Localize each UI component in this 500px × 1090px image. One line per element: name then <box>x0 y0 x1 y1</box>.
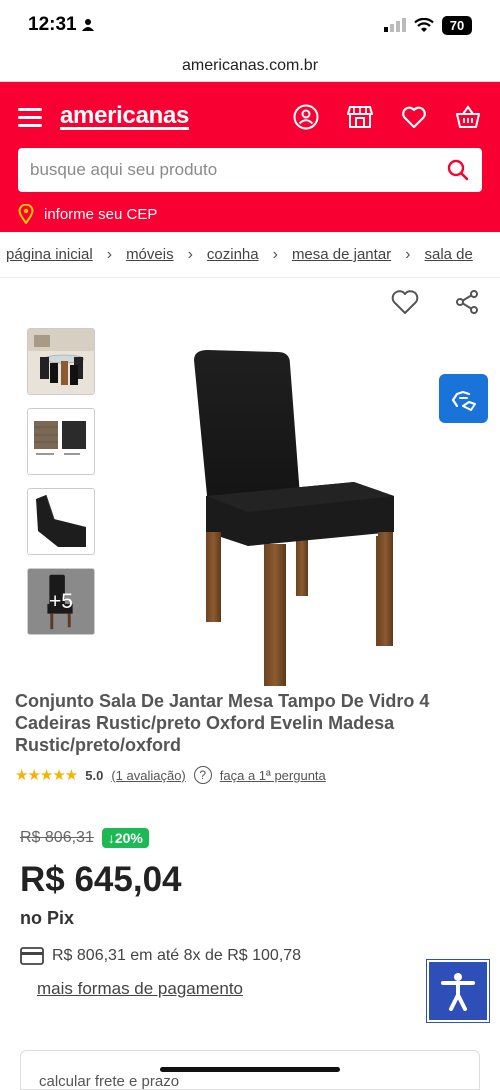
breadcrumb-link[interactable]: sala de <box>425 246 473 263</box>
menu-icon[interactable] <box>18 107 42 127</box>
favorite-icon[interactable] <box>390 288 420 316</box>
share-icon[interactable] <box>454 289 480 315</box>
chevron-right-icon: › <box>187 245 193 263</box>
search-bar <box>18 148 482 192</box>
breadcrumb: página inicial › móveis › cozinha › mesa… <box>0 232 500 278</box>
header-icons <box>292 103 482 131</box>
rating-row: ★★★★★ 5.0 (1 avaliação) ? faça a 1ª perg… <box>15 766 485 784</box>
cep-link[interactable]: informe seu CEP <box>18 204 482 224</box>
status-icons: 70 <box>384 15 472 35</box>
thumbnail-list: +5 <box>27 328 95 635</box>
payment-method: no Pix <box>20 908 75 928</box>
chevron-right-icon: › <box>405 245 411 263</box>
breadcrumb-link[interactable]: cozinha <box>207 246 259 263</box>
store-icon[interactable] <box>346 103 374 131</box>
url-bar[interactable]: americanas.com.br <box>0 50 500 82</box>
thumbnail-more[interactable]: +5 <box>27 568 95 635</box>
more-payment-link[interactable]: mais formas de pagamento <box>37 979 243 999</box>
product-info: Conjunto Sala De Jantar Mesa Tampo De Vi… <box>0 690 500 999</box>
accessibility-icon[interactable] <box>427 960 489 1022</box>
product-main-image[interactable] <box>168 346 428 691</box>
home-indicator <box>160 1067 340 1072</box>
heart-icon[interactable] <box>400 103 428 131</box>
chevron-right-icon: › <box>106 245 113 263</box>
old-price-row: R$ 806,31 ↓20% <box>20 828 485 848</box>
status-time: 12:31 <box>28 14 95 36</box>
product-title: Conjunto Sala De Jantar Mesa Tampo De Vi… <box>15 691 430 755</box>
search-icon[interactable] <box>446 158 470 182</box>
user-icon[interactable] <box>292 103 320 131</box>
current-price: R$ 645,04 <box>20 860 182 899</box>
sign-language-icon[interactable] <box>439 374 488 423</box>
location-pin-icon <box>18 204 34 224</box>
thumbnail-chair-detail[interactable] <box>27 488 95 555</box>
star-rating-icon: ★★★★★ <box>15 767 78 784</box>
rating-value: 5.0 <box>85 767 104 783</box>
breadcrumb-link[interactable]: página inicial <box>6 246 93 263</box>
battery-indicator: 70 <box>442 15 472 35</box>
breadcrumb-link[interactable]: mesa de jantar <box>292 246 391 263</box>
wifi-icon <box>414 17 434 32</box>
product-gallery: +5 <box>0 278 500 690</box>
thumbnail-color-swatches[interactable] <box>27 408 95 475</box>
status-bar: 12:31 70 <box>0 0 500 50</box>
reviews-link[interactable]: (1 avaliação) <box>111 768 185 783</box>
search-input[interactable] <box>30 160 410 180</box>
chevron-right-icon: › <box>272 245 278 263</box>
basket-icon[interactable] <box>454 103 482 131</box>
credit-card-icon <box>20 947 44 965</box>
breadcrumb-link[interactable]: móveis <box>126 246 174 263</box>
installments-text: R$ 806,31 em até 8x de R$ 100,78 <box>52 947 302 964</box>
more-images-label: +5 <box>49 589 73 613</box>
question-icon: ? <box>193 766 212 784</box>
discount-badge: ↓20% <box>101 828 149 848</box>
clock: 12:31 <box>28 14 77 35</box>
url-text: americanas.com.br <box>181 56 319 74</box>
cep-label: informe seu CEP <box>44 205 158 223</box>
person-icon <box>81 19 94 31</box>
site-header: americanas informe seu CEP <box>0 82 500 232</box>
logo[interactable]: americanas <box>60 103 189 130</box>
ask-question-link[interactable]: faça a 1ª pergunta <box>220 768 326 783</box>
installments-row: R$ 806,31 em até 8x de R$ 100,78 <box>20 947 485 965</box>
signal-icon <box>384 18 406 32</box>
thumbnail-dining-set[interactable] <box>27 328 95 395</box>
old-price: R$ 806,31 <box>20 829 94 846</box>
